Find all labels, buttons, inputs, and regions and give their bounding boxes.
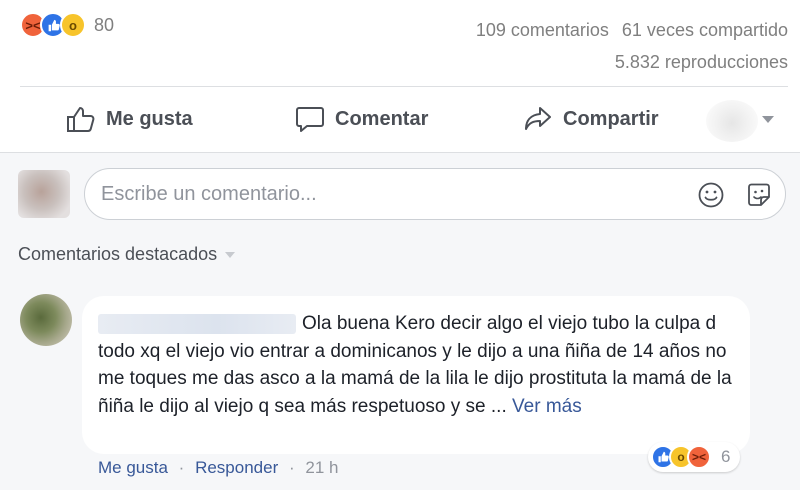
- comment-like-link[interactable]: Me gusta: [98, 458, 168, 477]
- speech-bubble-icon: [296, 107, 324, 132]
- reactions-summary[interactable]: >< o 80: [20, 12, 114, 38]
- shares-count-link[interactable]: 61 veces compartido: [622, 20, 788, 40]
- separator: ·: [288, 458, 295, 477]
- emoji-icon[interactable]: [697, 181, 725, 209]
- post-stats: 109 comentarios 61 veces compartido 5.83…: [476, 14, 788, 78]
- wow-reaction-icon: o: [60, 12, 86, 38]
- comment-button[interactable]: Comentar: [295, 105, 428, 133]
- divider: [20, 86, 788, 87]
- comment-reaction-count: 6: [721, 447, 731, 466]
- commenter-avatar[interactable]: [20, 294, 72, 346]
- share-arrow-icon: [525, 107, 551, 130]
- see-more-link[interactable]: Ver más: [512, 396, 582, 417]
- comment-sort-label: Comentarios destacados: [18, 244, 218, 264]
- comment-timestamp[interactable]: 21 h: [305, 458, 338, 477]
- views-count: 5.832 reproducciones: [614, 52, 788, 72]
- reactions-count[interactable]: 80: [94, 15, 114, 36]
- comment-input[interactable]: [101, 181, 661, 207]
- separator: ·: [178, 458, 185, 477]
- current-user-avatar: [18, 170, 70, 218]
- comment-bubble: Ola buena Kero decir algo el viejo tubo …: [82, 296, 750, 454]
- share-button[interactable]: Compartir: [523, 105, 659, 133]
- post-actions-bar: Me gusta Comentar Compartir: [0, 88, 800, 150]
- like-button[interactable]: Me gusta: [66, 105, 193, 133]
- share-button-label: Compartir: [563, 107, 659, 130]
- sticker-icon[interactable]: [745, 181, 773, 209]
- comment-composer[interactable]: [84, 168, 786, 220]
- comment-button-label: Comentar: [335, 107, 429, 130]
- comment-actions: Me gusta · Responder · 21 h: [98, 458, 338, 478]
- commenter-name-blurred[interactable]: [98, 313, 296, 334]
- post-footer: >< o 80 109 comentarios 61 veces compart…: [0, 0, 800, 88]
- thumbs-up-icon: [67, 107, 95, 132]
- comment-reply-link[interactable]: Responder: [195, 458, 278, 477]
- angry-reaction-icon: ><: [687, 445, 711, 469]
- comment-reactions[interactable]: o >< 6: [648, 442, 741, 472]
- page-selector-avatar[interactable]: [706, 100, 758, 142]
- divider: [0, 152, 800, 153]
- comments-count-link[interactable]: 109 comentarios: [476, 20, 609, 40]
- chevron-down-icon[interactable]: [762, 116, 774, 123]
- like-button-label: Me gusta: [106, 107, 193, 130]
- chevron-down-icon: [225, 251, 236, 258]
- comment-sort-selector[interactable]: Comentarios destacados: [18, 244, 236, 265]
